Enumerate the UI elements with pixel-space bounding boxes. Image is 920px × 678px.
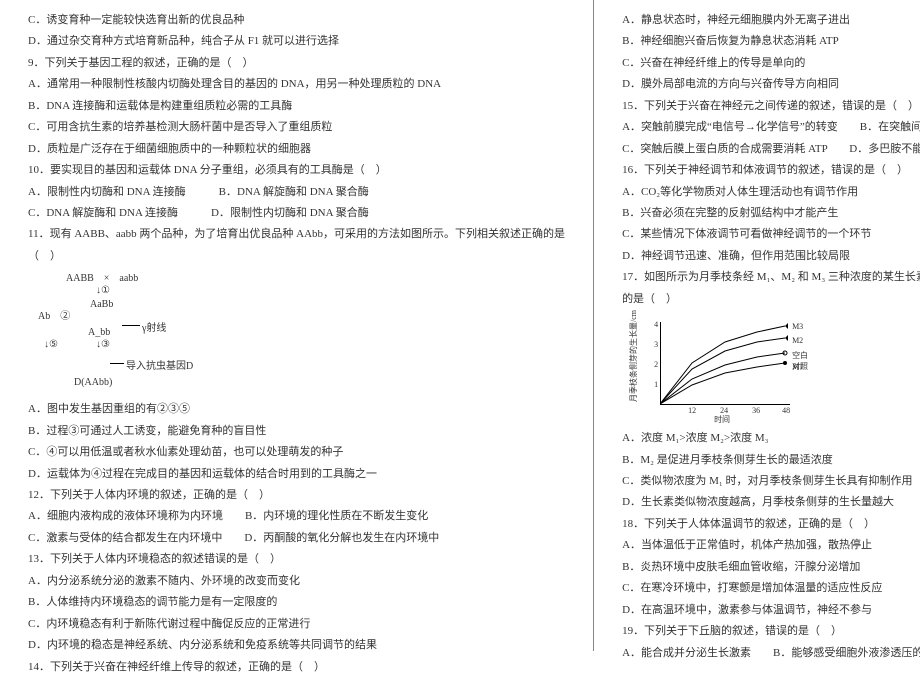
- q11-c: C．④可以用低温或者秋水仙素处理幼苗，也可以处理萌发的种子: [28, 442, 565, 463]
- q11-a: A．图中发生基因重组的有②③⑤: [28, 399, 565, 420]
- diagram-top: AABB × aabb: [66, 273, 138, 285]
- arrow-line-gamma: [122, 325, 140, 326]
- q14-b: B．神经细胞兴奋后恢复为静息状态消耗 ATP: [622, 31, 920, 52]
- growth-chart: M3 M2 空白对照 M1 1 2 3 4 12 24 36 48 时间 月季枝…: [632, 314, 812, 424]
- q18: 18．下列关于人体体温调节的叙述，正确的是（ ）: [622, 514, 920, 535]
- q17-b: B．M₂ 是促进月季枝条侧芽生长的最适浓度: [622, 450, 920, 471]
- q15-cd: C．突触后膜上蛋白质的合成需要消耗 ATP D．多巴胺不能在神经细胞间传递信息: [622, 139, 920, 160]
- q18-d: D．在高温环境中，激素参与体温调节，神经不参与: [622, 600, 920, 621]
- q13-b: B．人体维持内环境稳态的调节能力是有一定限度的: [28, 592, 565, 613]
- chart-curves: [660, 322, 790, 404]
- q11-paren: （ ）: [28, 246, 565, 267]
- ytick-1: 1: [648, 380, 658, 389]
- q18-b: B．炎热环境中皮肤毛细血管收缩，汗腺分泌增加: [622, 557, 920, 578]
- y-label: 月季枝条侧芽的生长量/cm: [628, 310, 639, 402]
- q13-a: A．内分泌系统分泌的激素不随内、外环境的改变而变化: [28, 571, 565, 592]
- q14-c: C．兴奋在神经纤维上的传导是单向的: [622, 53, 920, 74]
- x-axis: [660, 404, 790, 405]
- legend-m2: M2: [792, 336, 803, 345]
- q9-b: B．DNA 连接酶和运载体是构建重组质粒必需的工具酶: [28, 96, 565, 117]
- q16: 16．下列关于神经调节和体液调节的叙述，错误的是（ ）: [622, 160, 920, 181]
- q14: 14．下列关于兴奋在神经纤维上传导的叙述，正确的是（ ）: [28, 657, 565, 678]
- q10-cd: C．DNA 解旋酶和 DNA 连接酶 D．限制性内切酶和 DNA 聚合酶: [28, 203, 565, 224]
- q17-a: A．浓度 M₁>浓度 M₂>浓度 M₃: [622, 428, 920, 449]
- q15: 15．下列关于兴奋在神经元之间传递的叙述，错误的是（ ）: [622, 96, 920, 117]
- q13: 13．下列关于人体内环境稳态的叙述错误的是（ ）: [28, 549, 565, 570]
- q11-b: B．过程③可通过人工诱变，能避免育种的盲目性: [28, 421, 565, 442]
- q9-a: A．通常用一种限制性核酸内切酶处理含目的基因的 DNA，用另一种处理质粒的 DN…: [28, 74, 565, 95]
- q12: 12．下列关于人体内环境的叙述，正确的是（ ）: [28, 485, 565, 506]
- option-d: D．通过杂交育种方式培育新品种，纯合子从 F1 就可以进行选择: [28, 31, 565, 52]
- legend-m1: M1: [792, 362, 803, 371]
- q14-a: A．静息状态时，神经元细胞膜内外无离子进出: [622, 10, 920, 31]
- diagram-f1: AaBb: [90, 299, 113, 311]
- q9-d: D．质粒是广泛存在于细菌细胞质中的一种颗粒状的细胞器: [28, 139, 565, 160]
- left-column: C．诱变育种一定能较快选育出新的优良品种 D．通过杂交育种方式培育新品种，纯合子…: [0, 0, 594, 651]
- q17: 17．如图所示为月季枝条经 M₁、M₂ 和 M₃ 三种浓度的某生长素类似物处理后…: [622, 267, 920, 288]
- q18-c: C．在寒冷环境中，打寒颤是增加体温量的适应性反应: [622, 578, 920, 599]
- q16-c: C．某些情况下体液调节可看做神经调节的一个环节: [622, 224, 920, 245]
- q10-ab: A．限制性内切酶和 DNA 连接酶 B．DNA 解旋酶和 DNA 聚合酶: [28, 182, 565, 203]
- q11: 11．现有 AABB、aabb 两个品种，为了培育出优良品种 AAbb，可采用的…: [28, 224, 565, 245]
- q16-a: A．CO₂等化学物质对人体生理活动也有调节作用: [622, 182, 920, 203]
- xtick-12: 12: [688, 406, 696, 415]
- q19: 19．下列关于下丘脑的叙述，错误的是（ ）: [622, 621, 920, 642]
- ytick-2: 2: [648, 360, 658, 369]
- q17-d: D．生长素类似物浓度越高，月季枝条侧芽的生长量越大: [622, 492, 920, 513]
- q16-d: D．神经调节迅速、准确，但作用范围比较局限: [622, 246, 920, 267]
- legend-m3: M3: [792, 322, 803, 331]
- q17-cont: 的是（ ）: [622, 289, 920, 310]
- q15-ab: A．突触前膜完成“电信号→化学信号”的转变 B．在突触间隙内充满着组织液: [622, 117, 920, 138]
- ytick-4: 4: [648, 320, 658, 329]
- q12-ab: A．细胞内液构成的液体环境称为内环境 B．内环境的理化性质在不断发生变化: [28, 506, 565, 527]
- diagram-ab1: Ab ②: [38, 311, 70, 323]
- q17-c: C．类似物浓度为 M₁ 时，对月季枝条侧芽生长具有抑制作用: [622, 471, 920, 492]
- x-label: 时间: [714, 414, 730, 425]
- option-c: C．诱变育种一定能较快选育出新的优良品种: [28, 10, 565, 31]
- q9-c: C．可用含抗生素的培养基检测大肠杆菌中是否导入了重组质粒: [28, 117, 565, 138]
- q11-d: D．运载体为④过程在完成目的基因和运载体的结合时用到的工具酶之一: [28, 464, 565, 485]
- diagram-bottom: D(AAbb): [74, 377, 112, 389]
- q12-cd: C．激素与受体的结合都发生在内环境中 D．丙酮酸的氧化分解也发生在内环境中: [28, 528, 565, 549]
- diagram-arrow1: ↓①: [96, 285, 110, 297]
- breeding-diagram: AABB × aabb ↓① AaBb Ab ② γ射线 A_bb ↓③ ↓⑤ …: [38, 273, 218, 393]
- q13-c: C．内环境稳态有利于新陈代谢过程中酶促反应的正常进行: [28, 614, 565, 635]
- diagram-gamma: γ射线: [142, 323, 166, 335]
- diagram-ab2: A_bb: [88, 327, 110, 339]
- xtick-36: 36: [752, 406, 760, 415]
- q14-d: D．膜外局部电流的方向与兴奋传导方向相同: [622, 74, 920, 95]
- diagram-du: 导入抗虫基因D: [126, 361, 193, 373]
- arrow-line-du: [110, 363, 124, 364]
- q13-d: D．内环境的稳态是神经系统、内分泌系统和免疫系统等共同调节的结果: [28, 635, 565, 656]
- q19-ab: A．能合成并分泌生长激素 B．能够感受细胞外液渗透压的变化: [622, 643, 920, 664]
- ytick-3: 3: [648, 340, 658, 349]
- xtick-48: 48: [782, 406, 790, 415]
- q9: 9．下列关于基因工程的叙述，正确的是（ ）: [28, 53, 565, 74]
- diagram-arrow4: ↓⑤: [44, 339, 58, 351]
- q16-b: B．兴奋必须在完整的反射弧结构中才能产生: [622, 203, 920, 224]
- diagram-arrow3: ↓③: [96, 339, 110, 351]
- q10: 10．要实现目的基因和运载体 DNA 分子重组，必须具有的工具酶是（ ）: [28, 160, 565, 181]
- q18-a: A．当体温低于正常值时，机体产热加强，散热停止: [622, 535, 920, 556]
- right-column: A．静息状态时，神经元细胞膜内外无离子进出 B．神经细胞兴奋后恢复为静息状态消耗…: [594, 0, 920, 651]
